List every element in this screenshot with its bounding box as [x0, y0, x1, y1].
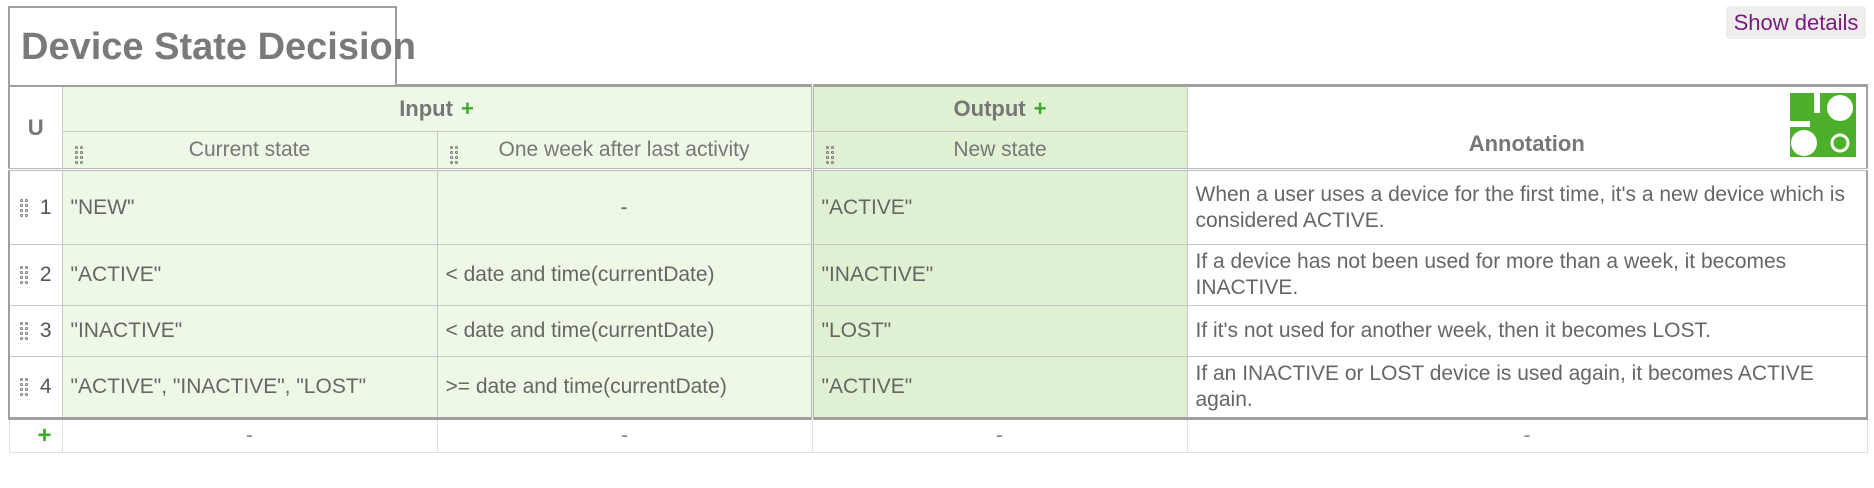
empty-placeholder[interactable]: -: [436, 418, 813, 453]
add-rule-row: + - - - -: [8, 418, 1868, 453]
drag-handle-icon[interactable]: [20, 266, 29, 284]
rule-number: 2: [39, 263, 52, 286]
rule-index[interactable]: 2: [8, 244, 63, 306]
column-header-current-state[interactable]: Current state: [61, 131, 438, 170]
table-row: 3 "INACTIVE" < date and time(currentDate…: [8, 305, 1868, 357]
output-header: Output +: [810, 84, 1188, 132]
table-row: 4 "ACTIVE", "INACTIVE", "LOST" >= date a…: [8, 356, 1868, 420]
annotation-header: Annotation: [1186, 84, 1868, 170]
rule-index[interactable]: 4: [8, 356, 63, 420]
rule-number: 4: [39, 375, 52, 398]
drag-handle-icon[interactable]: [449, 146, 459, 164]
table-row: 2 "ACTIVE" < date and time(currentDate) …: [8, 244, 1868, 306]
column-label: One week after last activity: [498, 138, 750, 161]
input-cell[interactable]: < date and time(currentDate): [436, 305, 813, 357]
output-cell[interactable]: "ACTIVE": [810, 356, 1188, 420]
add-rule-button[interactable]: +: [8, 418, 63, 453]
rule-number: 1: [39, 195, 52, 219]
input-cell[interactable]: -: [436, 168, 813, 245]
drag-handle-icon[interactable]: [825, 146, 835, 164]
hit-policy[interactable]: U: [8, 84, 63, 170]
annotation-cell[interactable]: When a user uses a device for the first …: [1186, 168, 1868, 245]
output-label: Output: [953, 96, 1026, 121]
annotation-cell[interactable]: If a device has not been used for more t…: [1186, 244, 1868, 306]
decision-title: Device State Decision: [21, 26, 416, 68]
input-cell[interactable]: >= date and time(currentDate): [436, 356, 813, 420]
column-header-week-after[interactable]: One week after last activity: [436, 131, 813, 170]
input-label: Input: [399, 96, 453, 121]
show-details-button[interactable]: Show details: [1726, 6, 1866, 39]
output-cell[interactable]: "LOST": [810, 305, 1188, 357]
input-cell[interactable]: "ACTIVE", "INACTIVE", "LOST": [61, 356, 438, 420]
input-cell[interactable]: < date and time(currentDate): [436, 244, 813, 306]
column-header-new-state[interactable]: New state: [810, 131, 1188, 170]
add-input-button[interactable]: +: [461, 96, 474, 121]
decision-title-tab: Device State Decision: [8, 6, 416, 85]
drag-handle-icon[interactable]: [20, 378, 29, 396]
input-cell[interactable]: "INACTIVE": [61, 305, 438, 357]
input-header: Input +: [61, 84, 813, 132]
dmn-logo-icon: [1790, 93, 1856, 157]
rule-index[interactable]: 3: [8, 305, 63, 357]
output-cell[interactable]: "ACTIVE": [810, 168, 1188, 245]
decision-table: U Input + Output + Annotation Current st…: [8, 84, 1868, 453]
input-cell[interactable]: "NEW": [61, 168, 438, 245]
drag-handle-icon[interactable]: [74, 146, 84, 164]
annotation-cell[interactable]: If it's not used for another week, then …: [1186, 305, 1868, 357]
column-label: New state: [953, 138, 1047, 161]
add-output-button[interactable]: +: [1034, 96, 1047, 121]
rule-number: 3: [39, 319, 52, 342]
empty-placeholder[interactable]: -: [1186, 418, 1868, 453]
rule-index[interactable]: 1: [8, 168, 63, 245]
annotation-label: Annotation: [1468, 130, 1585, 156]
empty-placeholder[interactable]: -: [811, 418, 1188, 453]
column-label: Current state: [188, 138, 311, 161]
annotation-cell[interactable]: If an INACTIVE or LOST device is used ag…: [1186, 356, 1868, 420]
input-cell[interactable]: "ACTIVE": [61, 244, 438, 306]
table-row: 1 "NEW" - "ACTIVE" When a user uses a de…: [8, 168, 1868, 245]
drag-handle-icon[interactable]: [20, 322, 29, 340]
drag-handle-icon[interactable]: [20, 198, 29, 217]
output-cell[interactable]: "INACTIVE": [810, 244, 1188, 306]
empty-placeholder[interactable]: -: [61, 418, 438, 453]
